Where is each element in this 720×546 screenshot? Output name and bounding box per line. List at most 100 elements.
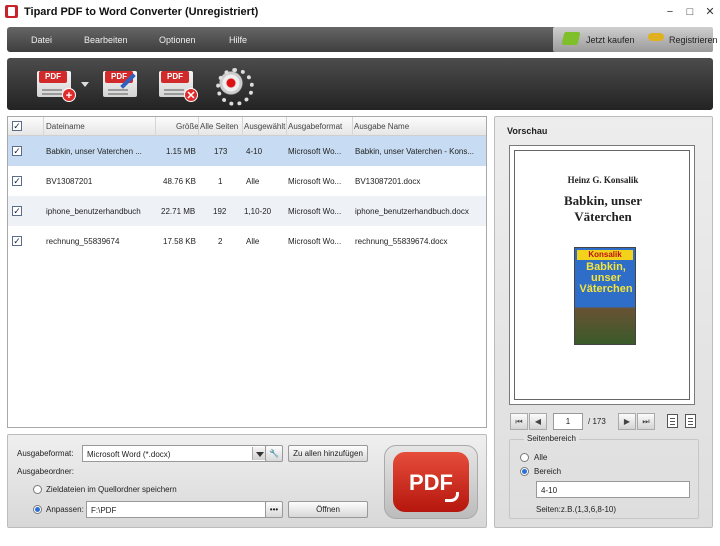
table-row[interactable]: ✓ Babkin, unser Vaterchen ... 1.15 MB 17… — [8, 136, 486, 166]
convert-button[interactable]: PDF — [384, 445, 478, 519]
custom-folder-radio[interactable] — [33, 505, 42, 514]
remove-file-button[interactable]: PDF ✕ — [159, 67, 198, 102]
page-range-group: Seitenbereich Alle Bereich 4-10 Seiten:z… — [509, 434, 699, 519]
cell-selected[interactable]: 1,10-20 — [244, 207, 271, 216]
delete-icon: ✕ — [184, 88, 198, 102]
cell-pages: 173 — [214, 147, 228, 156]
table-row[interactable]: ✓ rechnung_55839674 17.58 KB 2 Alle Micr… — [8, 226, 486, 256]
col-format[interactable]: Ausgabeformat — [288, 122, 342, 131]
cell-filename: Babkin, unser Vaterchen ... — [46, 147, 142, 156]
range-custom-radio[interactable] — [520, 467, 529, 476]
pdf-tag: PDF — [161, 71, 189, 83]
apply-to-all-button[interactable]: Zu allen hinzufügen — [288, 445, 368, 462]
menu-help[interactable]: Hilfe — [229, 35, 247, 45]
menu-options[interactable]: Optionen — [159, 35, 196, 45]
preview-page: Heinz G. Konsalik Babkin, unser Väterche… — [509, 145, 695, 405]
source-folder-radio[interactable] — [33, 485, 42, 494]
app-icon — [5, 5, 18, 18]
last-page-button[interactable]: ⏭ — [637, 413, 655, 430]
select-all-checkbox[interactable]: ✓ — [12, 121, 22, 131]
add-file-dropdown-arrow-icon[interactable] — [81, 82, 89, 87]
cell-filename: BV13087201 — [46, 177, 93, 186]
col-selected[interactable]: Ausgewählt — [244, 122, 285, 131]
cell-format[interactable]: Microsoft Wo... — [288, 147, 341, 156]
key-icon[interactable] — [648, 33, 664, 41]
table-row[interactable]: ✓ iphone_benutzerhandbuch 22.71 MB 192 1… — [8, 196, 486, 226]
format-settings-button[interactable]: 🔧 — [265, 445, 283, 462]
row-checkbox[interactable]: ✓ — [12, 206, 22, 216]
preview-title: Vorschau — [507, 126, 548, 136]
col-output[interactable]: Ausgabe Name — [354, 122, 409, 131]
col-pages[interactable]: Alle Seiten — [200, 122, 238, 131]
book-title-line2: Väterchen — [574, 209, 632, 224]
gear-icon — [216, 68, 254, 106]
next-page-button[interactable]: ▶ — [618, 413, 636, 430]
cell-selected[interactable]: Alle — [246, 177, 259, 186]
arrow-icon — [445, 492, 459, 502]
output-path-input[interactable]: F:\PDF — [86, 501, 266, 518]
menu-file[interactable]: Datei — [31, 35, 52, 45]
preview-panel: Vorschau Heinz G. Konsalik Babkin, unser… — [494, 116, 713, 528]
column-separator — [43, 117, 44, 136]
doc-lines — [164, 89, 184, 91]
custom-folder-label[interactable]: Anpassen: — [46, 505, 84, 514]
table-header: ✓ Dateiname Größe Alle Seiten Ausgewählt… — [8, 117, 486, 136]
add-file-button[interactable]: PDF + — [37, 67, 76, 102]
output-options-panel: Ausgabeformat: Microsoft Word (*.docx) 🔧… — [7, 434, 487, 528]
range-custom-label[interactable]: Bereich — [534, 467, 561, 476]
cell-format[interactable]: Microsoft Wo... — [288, 177, 341, 186]
cell-selected[interactable]: Alle — [246, 237, 259, 246]
col-filename[interactable]: Dateiname — [46, 122, 85, 131]
cell-size: 48.76 KB — [163, 177, 196, 186]
cell-pages: 192 — [213, 207, 227, 216]
close-button[interactable]: ✕ — [704, 6, 716, 18]
chevron-down-icon[interactable] — [252, 447, 266, 460]
pdf-tag: PDF — [39, 71, 67, 83]
column-separator — [286, 117, 287, 136]
cell-selected[interactable]: 4-10 — [246, 147, 262, 156]
page-range-input[interactable]: 4-10 — [536, 481, 690, 498]
file-list: ✓ Dateiname Größe Alle Seiten Ausgewählt… — [7, 116, 487, 428]
book-title-line1: Babkin, unser — [563, 193, 643, 208]
output-folder-label: Ausgabeordner: — [17, 467, 74, 476]
cell-format[interactable]: Microsoft Wo... — [288, 207, 341, 216]
open-folder-button[interactable]: Öffnen — [288, 501, 368, 518]
cell-format[interactable]: Microsoft Wo... — [288, 237, 341, 246]
col-size[interactable]: Größe — [176, 122, 199, 131]
cell-output: Babkin, unser Vaterchen - Kons... — [355, 147, 475, 156]
row-checkbox[interactable]: ✓ — [12, 176, 22, 186]
table-row[interactable]: ✓ BV13087201 48.76 KB 1 Alle Microsoft W… — [8, 166, 486, 196]
output-format-value: Microsoft Word (*.docx) — [87, 450, 171, 459]
cell-output: iphone_benutzerhandbuch.docx — [355, 207, 469, 216]
browse-button[interactable]: ••• — [265, 501, 283, 518]
range-all-radio[interactable] — [520, 453, 529, 462]
page-total: / 173 — [588, 417, 606, 426]
single-page-icon[interactable] — [667, 414, 678, 428]
cell-size: 22.71 MB — [161, 207, 196, 216]
minimize-button[interactable]: − — [664, 6, 676, 18]
column-separator — [352, 117, 353, 136]
row-checkbox[interactable]: ✓ — [12, 236, 22, 246]
title-bar: Tipard PDF to Word Converter (Unregistri… — [0, 0, 720, 24]
source-folder-label[interactable]: Zieldateien im Quellordner speichern — [46, 485, 177, 494]
page-range-hint: Seiten:z.B.(1,3,6,8-10) — [536, 505, 617, 514]
page-number-input[interactable]: 1 — [553, 413, 583, 430]
prev-page-button[interactable]: ◀ — [529, 413, 547, 430]
page-range-title: Seitenbereich — [524, 434, 579, 443]
book-title: Babkin, unser Väterchen — [515, 193, 691, 225]
first-page-button[interactable]: ⏮ — [510, 413, 528, 430]
row-checkbox[interactable]: ✓ — [12, 146, 22, 156]
edit-file-button[interactable]: PDF — [103, 67, 139, 100]
cart-icon[interactable] — [561, 32, 581, 45]
page-export-icon[interactable] — [685, 414, 696, 428]
range-all-label[interactable]: Alle — [534, 453, 547, 462]
cell-pages: 2 — [218, 237, 223, 246]
output-format-select[interactable]: Microsoft Word (*.docx) — [82, 445, 268, 462]
cell-pages: 1 — [218, 177, 223, 186]
cover-title: Babkin, unser Väterchen — [579, 261, 633, 295]
register-link[interactable]: Registrieren — [669, 35, 718, 45]
buy-now-link[interactable]: Jetzt kaufen — [586, 35, 635, 45]
maximize-button[interactable]: □ — [684, 6, 696, 18]
settings-button[interactable] — [216, 68, 254, 106]
menu-edit[interactable]: Bearbeiten — [84, 35, 128, 45]
